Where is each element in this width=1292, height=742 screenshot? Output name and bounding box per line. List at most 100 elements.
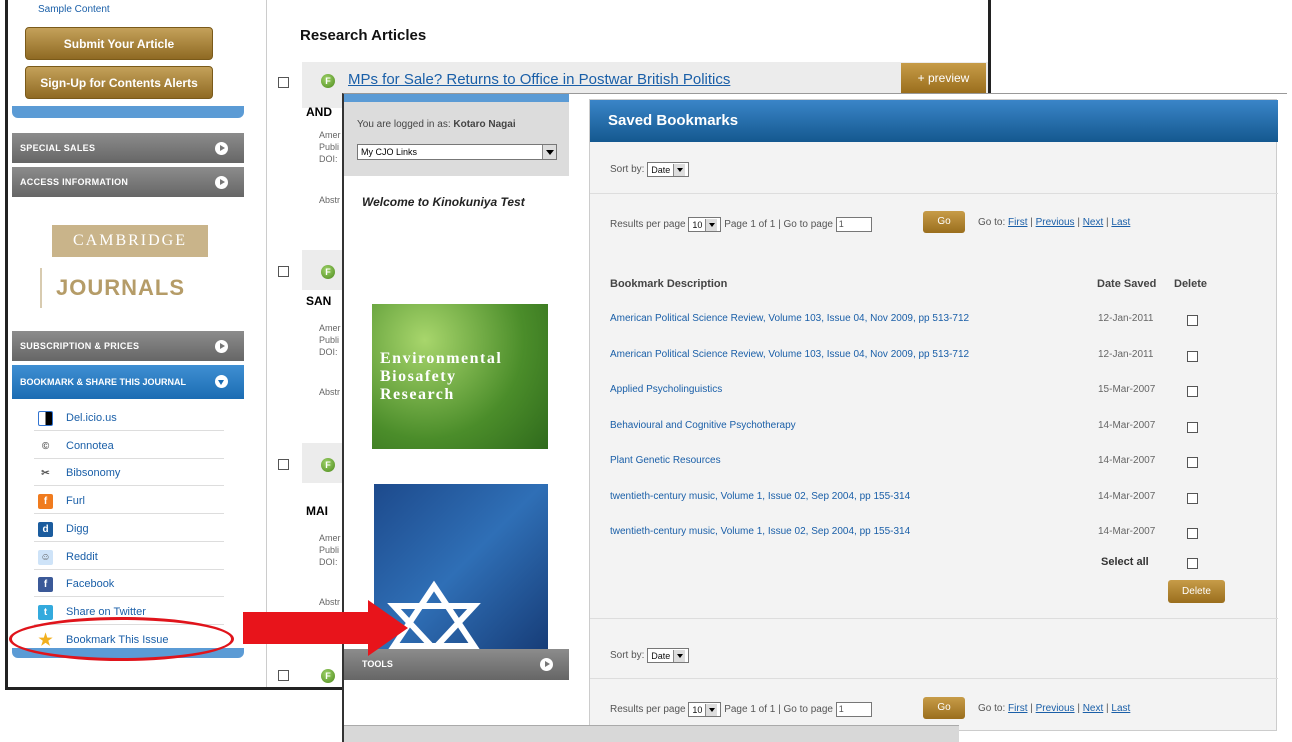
pagination-row: Results per page 10 Page 1 of 1 | Go to … (610, 217, 872, 232)
results-per-page-select[interactable]: 10 (688, 702, 722, 717)
results-per-page-select[interactable]: 10 (688, 217, 722, 232)
social-link-bibsonomy[interactable]: ✂ Bibsonomy (34, 461, 224, 487)
bookmark-description-link[interactable]: twentieth-century music, Volume 1, Issue… (610, 491, 910, 502)
submit-article-button[interactable]: Submit Your Article (25, 27, 213, 60)
bookmark-description-link[interactable]: Applied Psycholinguistics (610, 384, 722, 395)
bookmark-date: 14-Mar-2007 (1098, 526, 1156, 537)
delete-button[interactable]: Delete (1168, 580, 1225, 603)
social-link-reddit[interactable]: ☺ Reddit (34, 545, 224, 570)
delete-checkbox[interactable] (1187, 421, 1198, 433)
saved-bookmarks-window: You are logged in as: Kotaro Nagai My CJ… (342, 93, 1287, 742)
go-button[interactable]: Go (923, 697, 965, 719)
subscription-label: SUBSCRIPTION & PRICES (20, 341, 140, 351)
social-link-label: Facebook (66, 578, 115, 591)
journal-sidebar: Sample Content Submit Your Article Sign-… (8, 0, 266, 687)
abstract-link[interactable]: Abstr (319, 194, 340, 206)
social-link-delicious[interactable]: Del.icio.us (34, 406, 224, 431)
social-link-label: Del.icio.us (66, 412, 117, 424)
delete-checkbox[interactable] (1187, 315, 1198, 326)
social-link-connotea[interactable]: © Connotea (34, 434, 224, 459)
delete-checkbox[interactable] (1187, 457, 1198, 468)
article-checkbox[interactable] (278, 266, 289, 277)
article-checkbox[interactable] (278, 670, 289, 681)
social-link-digg[interactable]: d Digg (34, 517, 224, 542)
social-link-furl[interactable]: f Furl (34, 489, 224, 515)
go-button[interactable]: Go (923, 211, 965, 233)
article-meta: Amer Publi DOI: (319, 130, 341, 164)
bookmark-description-link[interactable]: American Political Science Review, Volum… (610, 349, 969, 360)
arrow-right-icon (215, 142, 228, 155)
page-input[interactable]: 1 (835, 217, 872, 232)
social-link-label: Bibsonomy (66, 467, 121, 480)
twitter-icon: t (38, 604, 53, 620)
logged-in-text: You are logged in as: Kotaro Nagai (357, 119, 516, 130)
special-sales-bar[interactable]: SPECIAL SALES (12, 133, 244, 163)
horizontal-scrollbar[interactable] (344, 725, 959, 742)
cjo-links-select[interactable]: My CJO Links (357, 144, 557, 160)
free-access-icon: F (321, 458, 335, 472)
last-page-link[interactable]: Last (1111, 703, 1130, 714)
bookmark-description-link[interactable]: American Political Science Review, Volum… (610, 313, 969, 324)
column-delete: Delete (1174, 278, 1208, 290)
bookmark-share-label: BOOKMARK & SHARE THIS JOURNAL (20, 377, 187, 387)
social-link-label: Digg (66, 522, 89, 535)
bookmark-share-bar[interactable]: BOOKMARK & SHARE THIS JOURNAL (12, 365, 244, 399)
highlight-oval (9, 617, 234, 661)
previous-page-link[interactable]: Previous (1036, 703, 1075, 714)
free-access-icon: F (321, 669, 335, 683)
username: Kotaro Nagai (453, 119, 516, 130)
article-author: SAN (306, 294, 332, 308)
sidebar-divider (12, 106, 244, 118)
page-nav: Go to: First | Previous | Next | Last (978, 217, 1131, 228)
chevron-down-icon (215, 375, 228, 388)
saved-bookmarks-panel: Saved Bookmarks Sort by: Date Results pe… (589, 99, 1278, 731)
bookmark-date: 15-Mar-2007 (1098, 384, 1156, 395)
cover-title: Environmental Biosafety Research (380, 350, 503, 403)
bookmark-description-link[interactable]: Plant Genetic Resources (610, 455, 721, 466)
arrow-right-icon (215, 176, 228, 189)
furl-icon: f (38, 494, 53, 510)
journal-cover-image[interactable]: Environmental Biosafety Research (372, 304, 548, 449)
arrow-right-icon (540, 658, 553, 671)
delete-checkbox[interactable] (1187, 528, 1198, 539)
subscription-bar[interactable]: SUBSCRIPTION & PRICES (12, 331, 244, 361)
bibsonomy-icon: ✂ (38, 466, 53, 482)
bookmark-description-link[interactable]: Behavioural and Cognitive Psychotherapy (610, 420, 796, 431)
page-input[interactable]: 1 (835, 702, 872, 717)
bookmark-description-link[interactable]: twentieth-century music, Volume 1, Issue… (610, 526, 910, 537)
access-information-bar[interactable]: ACCESS INFORMATION (12, 167, 244, 197)
select-all-checkbox[interactable] (1187, 558, 1198, 569)
social-link-label: Furl (66, 495, 85, 508)
last-page-link[interactable]: Last (1111, 217, 1130, 228)
preview-button[interactable]: + preview (901, 63, 986, 93)
tools-label: TOOLS (362, 659, 393, 669)
article-title-link[interactable]: MPs for Sale? Returns to Office in Postw… (348, 71, 730, 88)
first-page-link[interactable]: First (1008, 703, 1027, 714)
social-link-facebook[interactable]: f Facebook (34, 572, 224, 598)
next-page-link[interactable]: Next (1083, 703, 1104, 714)
page-nav-bottom: Go to: First | Previous | Next | Last (978, 703, 1131, 714)
login-box-top-strip (344, 94, 569, 102)
sort-select[interactable]: Date (647, 162, 690, 177)
previous-page-link[interactable]: Previous (1036, 217, 1075, 228)
article-meta: Amer Publi DOI: (319, 533, 341, 567)
contents-alerts-button[interactable]: Sign-Up for Contents Alerts (25, 66, 213, 99)
bookmark-date: 14-Mar-2007 (1098, 455, 1156, 466)
delete-checkbox[interactable] (1187, 350, 1198, 362)
sort-select[interactable]: Date (647, 648, 690, 663)
social-link-label: Share on Twitter (66, 605, 146, 618)
delete-checkbox[interactable] (1187, 492, 1198, 504)
article-author: MAI (306, 504, 328, 518)
article-checkbox[interactable] (278, 77, 289, 88)
social-link-label: Reddit (66, 550, 98, 563)
sample-content-link[interactable]: Sample Content (38, 4, 110, 15)
abstract-link[interactable]: Abstr (319, 596, 340, 608)
dropdown-arrow-icon (673, 650, 686, 662)
abstract-link[interactable]: Abstr (319, 386, 340, 398)
first-page-link[interactable]: First (1008, 217, 1027, 228)
divider (590, 618, 1278, 619)
article-checkbox[interactable] (278, 459, 289, 470)
next-page-link[interactable]: Next (1083, 217, 1104, 228)
free-access-icon: F (321, 74, 335, 88)
delete-checkbox[interactable] (1187, 386, 1198, 397)
